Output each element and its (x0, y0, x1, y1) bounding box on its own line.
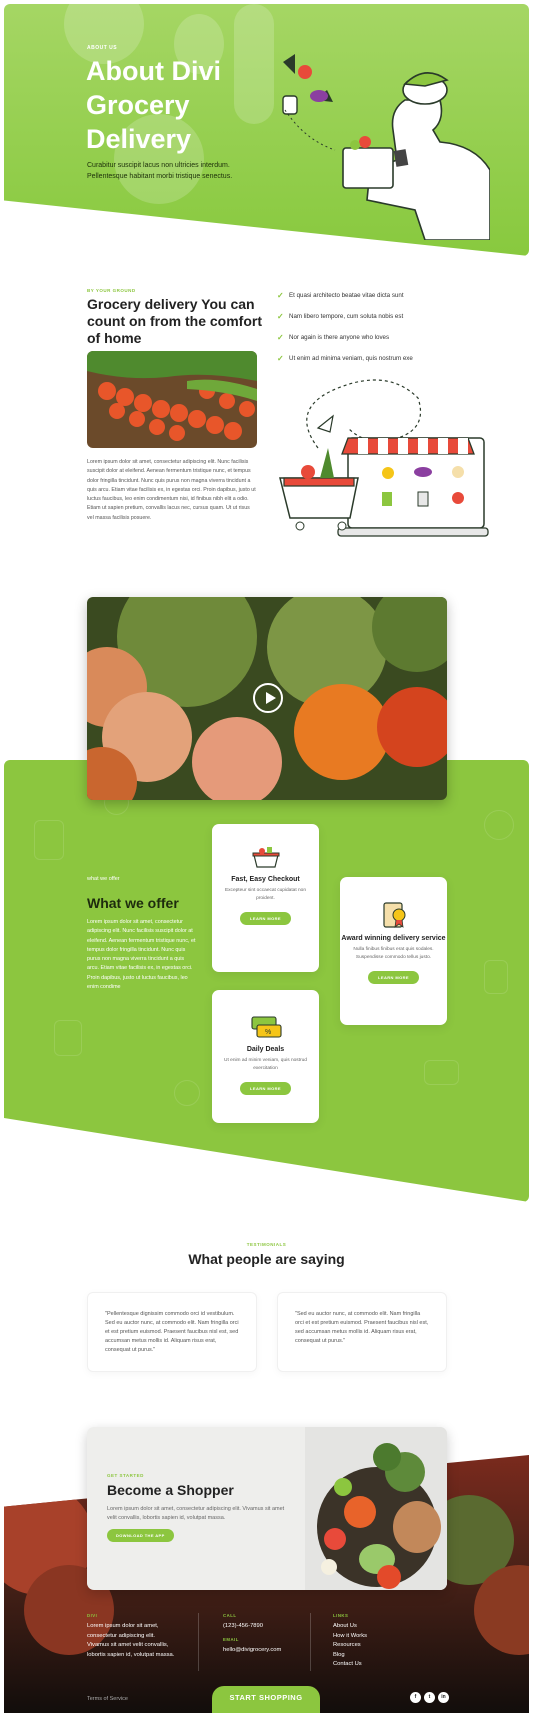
offer-card-deals: % Daily Deals Ut enim ad minim veniam, q… (212, 990, 319, 1123)
footer-links: LINKS About Us How it Works Resources Bl… (333, 1613, 423, 1670)
footer-link-contact[interactable]: Contact Us (333, 1660, 423, 1670)
intro-title: Grocery delivery You can count on from t… (87, 296, 262, 346)
cta-card: GET STARTED Become a Shopper Lorem ipsum… (87, 1427, 447, 1590)
intro-kicker: BY YOUR GROUND (87, 288, 136, 293)
offer-card-title: Award winning delivery service (341, 935, 446, 942)
offer-card-title: Daily Deals (246, 1046, 285, 1053)
footer-link-how-it-works[interactable]: How it Works (333, 1632, 423, 1642)
coupon-tags-icon: % (250, 1016, 282, 1038)
checklist-item: ✓ Nam libero tempore, cum soluta nobis es… (277, 312, 404, 321)
produce-crates-photo (87, 351, 257, 448)
offer-card-text: Excepteur sint occaecat cupidatat non pr… (224, 888, 307, 901)
footer-divider (310, 1613, 311, 1671)
download-app-button[interactable]: DOWNLOAD THE APP (107, 1529, 174, 1542)
testimonials-kicker: TESTIMONIALS (246, 1242, 287, 1247)
offer-body: Lorem ipsum dolor sit amet, consectetur … (87, 919, 196, 991)
footer-about: DIVI Lorem ipsum dolor sit amet, consect… (87, 1613, 177, 1660)
offer-kicker: what we offer (87, 876, 120, 882)
hero-subtitle: Curabitur suscipit lacus non ultricies i… (87, 162, 233, 180)
hero-kicker: ABOUT US (87, 45, 118, 51)
page: ABOUT US About Divi Grocery Delivery Cur… (0, 0, 533, 1713)
footer-email-link[interactable]: hello@divigrocery.com (223, 1646, 313, 1656)
cta-title: Become a Shopper (107, 1482, 234, 1498)
footer-about-text: Lorem ipsum dolor sit amet, consectetur … (87, 1623, 175, 1658)
footer-link-blog[interactable]: Blog (333, 1651, 423, 1661)
online-shopping-cart-illustration (279, 379, 489, 537)
footer-link-about[interactable]: About Us (333, 1622, 423, 1632)
footer-heading: DIVI (87, 1613, 98, 1618)
offer-card-delivery: Award winning delivery service Nulla fin… (340, 877, 447, 1025)
offer-title: What we offer (87, 895, 179, 911)
delivery-person-illustration (282, 54, 490, 240)
linkedin-icon[interactable]: in (438, 1692, 449, 1703)
shopping-basket-icon (252, 847, 279, 868)
start-shopping-button[interactable]: START SHOPPING (212, 1686, 320, 1713)
award-bag-icon (382, 902, 405, 928)
learn-more-button[interactable]: LEARN MORE (368, 971, 419, 984)
offer-card-title: Fast, Easy Checkout (231, 876, 300, 883)
vegetable-basket-photo (305, 1427, 447, 1590)
offer-card-text: Ut enim ad minim veniam, quis nostrud ex… (224, 1058, 307, 1071)
footer-heading: LINKS (333, 1613, 349, 1618)
video-player[interactable] (87, 597, 447, 800)
footer-phone-link[interactable]: (123)-456-7890 (223, 1622, 313, 1632)
checklist-item: ✓ Nor again is there anyone who loves (277, 333, 390, 342)
intro-body: Lorem ipsum dolor sit amet, consectetur … (87, 459, 256, 521)
terms-link[interactable]: Terms of Service (87, 1696, 128, 1702)
testimonial-card: "Sed eu auctor nunc, at commodo elit. Na… (277, 1292, 447, 1372)
testimonial-card: "Pellentesque dignissim commodo orci id … (87, 1292, 257, 1372)
check-icon: ✓ (277, 333, 284, 342)
offer-card-text: Nulla finibus finibus erat quis sodales.… (353, 947, 434, 960)
learn-more-button[interactable]: LEARN MORE (240, 912, 291, 925)
hero-title: About Divi Grocery Delivery (86, 56, 221, 154)
cta-kicker: GET STARTED (107, 1473, 144, 1478)
cta-body: Lorem ipsum dolor sit amet, consectetur … (107, 1506, 285, 1521)
checklist-item: ✓ Et quasi architecto beatae vitae dicta … (277, 291, 404, 300)
check-icon: ✓ (277, 354, 284, 363)
footer-contact: CALL (123)-456-7890 EMAIL hello@divigroc… (223, 1613, 313, 1655)
learn-more-button[interactable]: LEARN MORE (240, 1082, 291, 1095)
testimonials-title: What people are saying (188, 1251, 345, 1267)
footer-heading: CALL (223, 1613, 237, 1618)
check-icon: ✓ (277, 291, 284, 300)
twitter-icon[interactable]: t (424, 1692, 435, 1703)
footer-heading: EMAIL (223, 1636, 239, 1642)
checklist-item: ✓ Ut enim ad minima veniam, quis nostrum … (277, 354, 413, 363)
footer-link-resources[interactable]: Resources (333, 1641, 423, 1651)
svg-text:%: % (265, 1029, 271, 1036)
footer-divider (198, 1613, 199, 1671)
offer-card-checkout: Fast, Easy Checkout Excepteur sint occae… (212, 824, 319, 972)
facebook-icon[interactable]: f (410, 1692, 421, 1703)
check-icon: ✓ (277, 312, 284, 321)
play-button[interactable] (253, 683, 283, 713)
feature-checklist: ✓ Et quasi architecto beatae vitae dicta … (277, 285, 497, 369)
